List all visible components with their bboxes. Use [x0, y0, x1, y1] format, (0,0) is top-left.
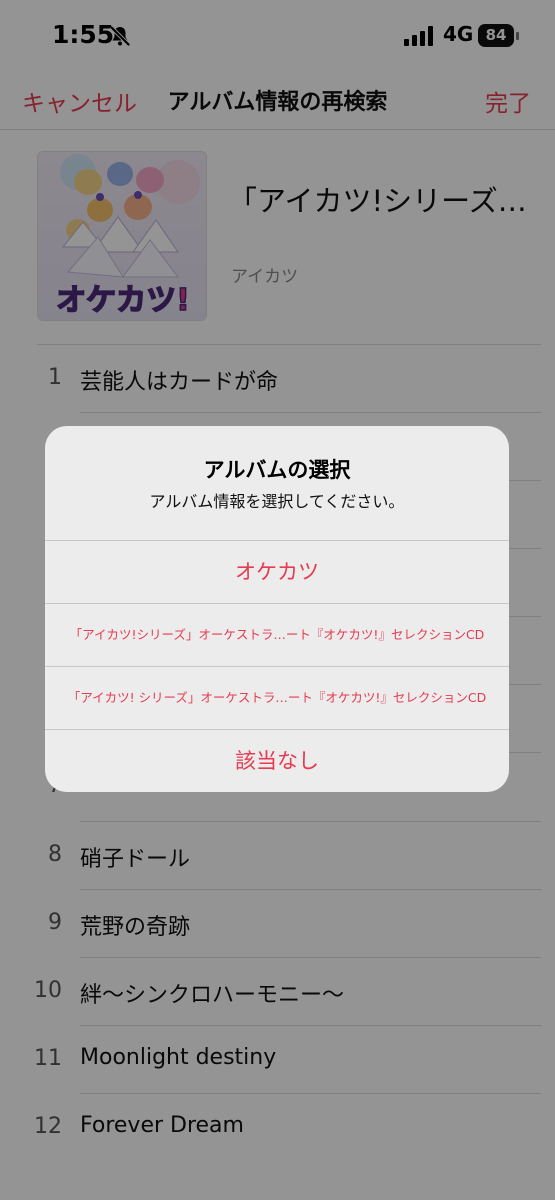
option-none-button[interactable]: 該当なし — [45, 729, 509, 792]
option-aikatsu-series-cd-alt-button[interactable]: 「アイカツ! シリーズ」オーケストラ…ート『オケカツ!』セレクションCD — [45, 666, 509, 729]
album-select-alert: アルバムの選択 アルバム情報を選択してください。 オケカツ 「アイカツ!シリーズ… — [45, 426, 509, 792]
option-aikatsu-series-cd-button[interactable]: 「アイカツ!シリーズ」オーケストラ…ート『オケカツ!』セレクションCD — [45, 603, 509, 666]
alert-title: アルバムの選択 — [203, 458, 351, 482]
alert-message: アルバム情報を選択してください。 — [149, 492, 405, 511]
option-okekatsu-button[interactable]: オケカツ — [45, 540, 509, 603]
